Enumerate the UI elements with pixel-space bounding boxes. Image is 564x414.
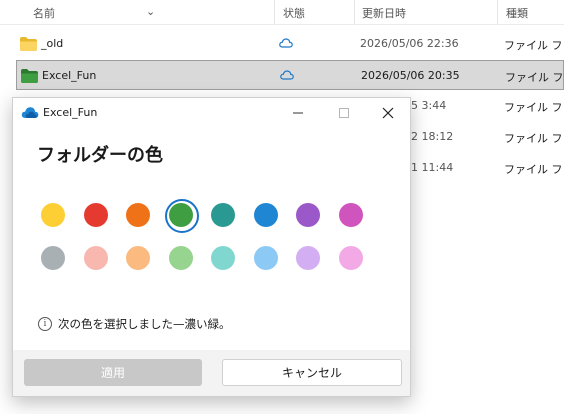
file-row-excel-fun[interactable]: Excel_Fun 2026/05/06 20:35 ファイル フォル [16, 60, 564, 90]
dialog-titlebar[interactable]: Excel_Fun [13, 98, 410, 128]
cloud-icon [280, 70, 294, 80]
apply-button[interactable]: 適用 [24, 359, 202, 386]
dialog-title: Excel_Fun [43, 106, 98, 119]
color-swatch-light-magenta[interactable] [338, 246, 363, 270]
color-swatch-light-red[interactable] [83, 246, 108, 270]
file-date: 2026/05/06 22:36 [360, 37, 459, 50]
color-swatch-yellow[interactable] [41, 203, 65, 227]
column-divider[interactable] [354, 0, 355, 25]
cloud-icon [279, 38, 293, 48]
info-icon: i [38, 317, 52, 331]
close-icon [382, 107, 394, 119]
file-type: ファイル フォル [504, 101, 564, 114]
column-modified[interactable]: 更新日時 [362, 5, 406, 21]
column-type[interactable]: 種類 [506, 5, 528, 21]
column-divider[interactable] [497, 0, 498, 25]
column-name[interactable]: 名前 [33, 5, 55, 21]
color-swatch-gray[interactable] [41, 246, 65, 270]
sort-arrow-icon: ⌄ [146, 5, 156, 18]
cancel-button[interactable]: キャンセル [222, 359, 402, 386]
onedrive-icon [21, 107, 39, 118]
file-date-partial: 2 18:12 [411, 130, 454, 143]
file-name: Excel_Fun [42, 69, 97, 82]
file-date: 2026/05/06 20:35 [361, 69, 460, 82]
color-swatch-light-green[interactable] [168, 246, 193, 270]
file-type: ファイル フォル [505, 71, 564, 84]
selection-info-text: 次の色を選択しました—濃い緑。 [58, 317, 231, 331]
color-swatch-light-blue[interactable] [253, 246, 278, 270]
file-type: ファイル フォル [504, 39, 564, 52]
file-date-partial: 5 3:44 [411, 99, 447, 112]
color-swatch-blue[interactable] [253, 203, 278, 227]
minimize-button[interactable] [275, 98, 321, 128]
color-swatch-light-teal[interactable] [211, 246, 235, 270]
column-header: ⌄ 名前 状態 更新日時 種類 [0, 0, 564, 25]
color-swatch-magenta[interactable] [338, 203, 363, 227]
file-date-partial: 1 11:44 [411, 161, 454, 174]
column-status[interactable]: 状態 [283, 5, 305, 21]
maximize-button[interactable] [321, 98, 367, 128]
selection-info: i 次の色を選択しました—濃い緑。 [38, 316, 231, 332]
color-swatch-teal[interactable] [211, 203, 235, 227]
minimize-icon [293, 112, 303, 114]
dialog-heading: フォルダーの色 [37, 145, 163, 166]
color-swatch-light-purple[interactable] [296, 246, 320, 270]
color-swatch-orange[interactable] [126, 203, 150, 227]
file-name: _old [41, 37, 64, 50]
color-swatch-green[interactable] [164, 199, 199, 233]
color-swatch-red[interactable] [83, 203, 108, 227]
folder-icon [20, 37, 37, 51]
color-swatch-purple[interactable] [296, 203, 320, 227]
color-swatch-light-orange[interactable] [126, 246, 150, 270]
column-divider[interactable] [274, 0, 275, 25]
dialog-footer: 適用 キャンセル [13, 350, 410, 396]
file-type: ファイル フォル [504, 132, 564, 145]
file-row-old[interactable]: _old 2026/05/06 22:36 ファイル フォル [0, 29, 564, 59]
close-button[interactable] [365, 98, 411, 128]
folder-color-dialog: Excel_Fun フォルダーの色 i 次の色を選択しました—濃い緑。 適用 キ… [12, 97, 411, 397]
file-type: ファイル フォル [504, 163, 564, 176]
maximize-icon [339, 108, 349, 118]
folder-green-icon [21, 69, 38, 83]
